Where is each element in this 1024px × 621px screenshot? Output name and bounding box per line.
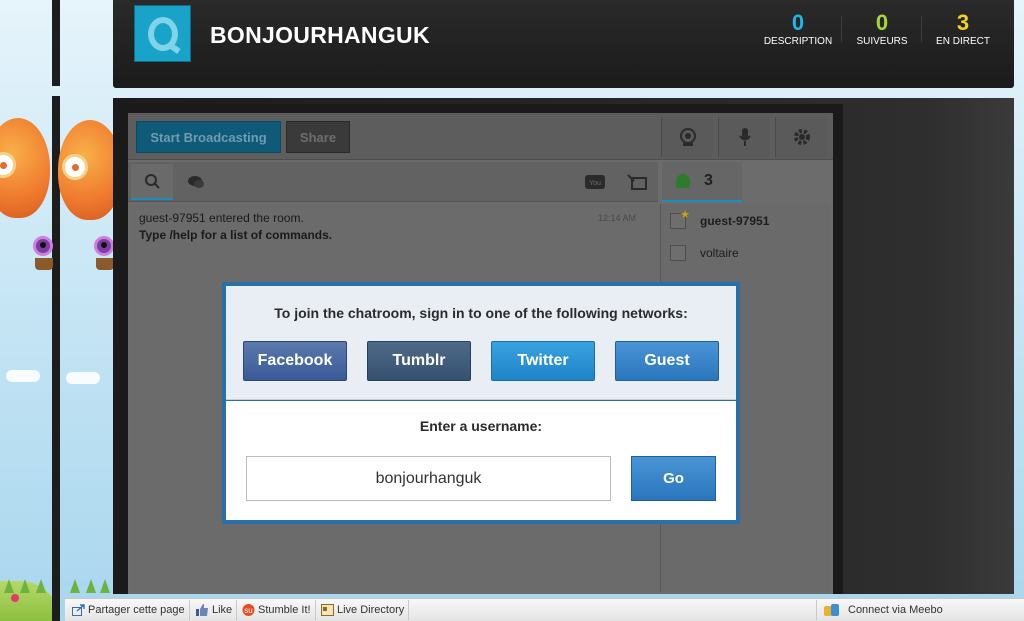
share-page-link[interactable]: Partager cette page [72,600,190,620]
cloud [66,372,100,384]
username-label: Enter a username: [419,418,543,434]
share-page-label: Partager cette page [88,604,185,616]
chat-zoom-icon[interactable] [131,164,173,200]
channel-logo[interactable] [134,5,191,62]
stat-label: EN DIRECT [936,36,990,47]
balloon-basket [94,236,114,256]
user-avatar [670,245,686,261]
user-list-item[interactable]: ★ guest-97951 [670,209,770,229]
image-upload-icon[interactable] [616,164,658,200]
stat-label: SUIVEURS [856,36,908,47]
balloon-basket-bottom [96,258,114,270]
balloon-basket-bottom [35,258,53,270]
user-icon [676,174,690,188]
share-button[interactable]: Share [286,121,350,153]
user-count: 3 [704,172,713,189]
balloon-basket [33,236,53,256]
flower [11,594,19,602]
like-label: Like [212,604,233,616]
chat-message: guest-97951 entered the room. [139,211,304,225]
balloon-eye [0,152,16,178]
stumble-label: Stumble It! [258,604,311,616]
stat-separator [841,16,842,42]
tree [70,579,80,593]
stat-live[interactable]: 3 EN DIRECT [931,10,995,47]
stumbleupon-icon: su [242,604,255,616]
directory-icon [321,604,334,616]
meebo-label: Connect via Meebo [848,604,943,616]
share-icon [72,604,85,616]
stat-value: 3 [956,10,970,35]
microphone-icon[interactable] [718,117,770,157]
go-button[interactable]: Go [631,456,716,501]
guest-login-button[interactable]: Guest [615,341,719,381]
stumble-link[interactable]: su Stumble It! [242,600,316,620]
tree [20,579,30,593]
svg-text:su: su [244,606,252,615]
svg-text:You: You [589,180,601,187]
balloon-eye [62,154,88,180]
user-list-tab[interactable]: 3 [662,162,742,202]
chat-message: Type /help for a list of commands. [139,228,333,242]
username-input[interactable] [246,456,611,501]
stat-description[interactable]: 0 DESCRIPTION [758,10,838,47]
join-modal-title: To join the chatroom, sign in to one of … [274,305,688,321]
tumblr-login-button[interactable]: Tumblr [367,341,471,381]
user-name: guest-97951 [700,214,770,228]
youtube-icon[interactable]: You [574,164,616,200]
cloud [6,370,40,382]
twitter-login-button[interactable]: Twitter [491,341,595,381]
private-chat-icon[interactable] [175,164,217,200]
live-directory-label: Live Directory [337,604,405,616]
user-list-item[interactable]: voltaire [670,245,739,261]
logo-q-icon [147,16,178,51]
tree [100,579,110,593]
user-avatar: ★ [670,209,690,229]
stat-value: 0 [875,10,889,35]
live-directory-link[interactable]: Live Directory [321,600,410,620]
webcam-icon[interactable] [661,117,713,157]
stat-separator [921,16,922,42]
settings-gear-icon[interactable] [775,117,827,157]
tree [86,579,96,593]
tree [4,579,14,593]
channel-header: BONJOURHANGUK 0 DESCRIPTION 0 SUIVEURS 3… [113,0,1014,88]
frame-left-divider [52,0,60,86]
channel-name: BONJOURHANGUK [210,22,430,48]
meebo-icon [824,604,839,616]
chat-message-time: 12:14 AM [598,213,637,223]
like-link[interactable]: Like [196,600,238,620]
stat-value: 0 [791,10,805,35]
user-name: voltaire [700,246,739,260]
tree [36,579,46,593]
stat-label: DESCRIPTION [763,36,833,47]
thumbs-up-icon [196,604,208,616]
stat-followers[interactable]: 0 SUIVEURS [850,10,914,47]
facebook-login-button[interactable]: Facebook [243,341,347,381]
star-icon: ★ [680,209,690,221]
meebo-connect-link[interactable]: Connect via Meebo [816,600,947,620]
start-broadcasting-button[interactable]: Start Broadcasting [136,121,281,153]
